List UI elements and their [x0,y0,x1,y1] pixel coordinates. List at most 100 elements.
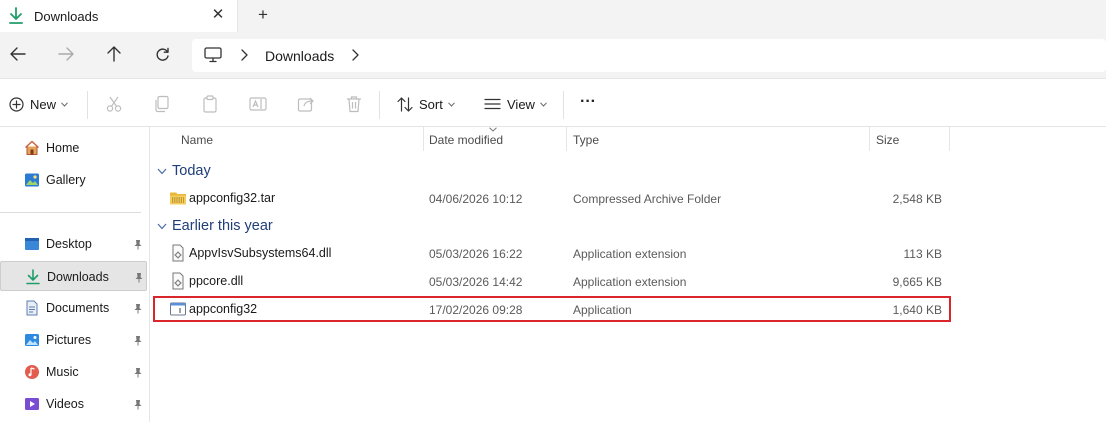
music-icon [25,365,39,379]
chevron-down-icon [61,101,68,107]
file-type: Compressed Archive Folder [573,192,722,206]
column-header-name[interactable]: Name [181,133,213,147]
toolbar-divider [87,91,88,119]
tab-downloads[interactable]: Downloads ✕ [0,0,238,32]
column-divider[interactable] [566,127,567,151]
close-tab-icon[interactable]: ✕ [209,6,227,24]
breadcrumb-downloads[interactable]: Downloads [265,48,334,64]
sidebar-item-label: Gallery [46,173,86,187]
file-row[interactable]: ppcore.dll 05/03/2026 14:42 Application … [153,268,951,294]
sidebar-item-home[interactable]: Home [0,133,147,163]
sidebar-item-desktop[interactable]: Desktop [0,229,147,259]
address-bar[interactable]: Downloads [192,39,1106,72]
group-header-earlier-this-year[interactable]: Earlier this year [157,216,273,236]
sidebar-item-pictures[interactable]: Pictures [0,325,147,355]
file-type: Application extension [573,247,687,261]
pictures-icon [25,334,39,346]
file-row[interactable]: appconfig32.tar 04/06/2026 10:12 Compres… [153,185,951,211]
cut-icon[interactable] [105,95,123,113]
chevron-down-icon [157,223,167,229]
share-icon[interactable] [297,95,315,113]
zip-folder-icon [170,192,186,205]
sort-label: Sort [419,96,443,112]
new-button[interactable]: New [9,92,68,116]
column-divider[interactable] [949,127,950,151]
sidebar-item-label: Videos [46,397,84,411]
tab-strip: Downloads ✕ + [0,0,1106,32]
arrow-left-icon [10,47,26,61]
file-name: AppvIsvSubsystems64.dll [189,246,332,260]
group-label: Earlier this year [172,218,273,234]
download-icon [9,7,23,24]
group-label: Today [172,163,211,179]
arrow-right-icon [58,47,74,61]
sidebar-item-documents[interactable]: Documents [0,293,147,323]
file-name: appconfig32 [189,302,258,316]
file-name: ppcore.dll [189,274,244,288]
sidebar-item-label: Home [46,141,80,155]
up-button[interactable] [104,44,124,64]
pin-icon[interactable] [133,239,143,250]
command-bar: New Sort View ··· [0,78,1106,127]
file-list: Name Date modified Type Size Today appco… [151,127,1106,422]
home-icon [25,140,39,155]
pin-icon[interactable] [133,399,143,410]
forward-button[interactable] [56,44,76,64]
back-button[interactable] [8,44,28,64]
videos-icon [25,398,39,410]
sidebar-item-gallery[interactable]: Gallery [0,165,147,195]
chevron-down-icon [447,101,455,107]
arrow-up-icon [107,46,121,62]
file-size: 113 KB [903,247,942,261]
gallery-icon [25,173,39,187]
file-name: appconfig32.tar [189,191,276,205]
view-label: View [507,96,535,112]
column-divider[interactable] [869,127,870,151]
more-options-button[interactable]: ··· [580,92,596,116]
sidebar-item-music[interactable]: Music [0,357,147,387]
sort-icon [397,96,413,112]
more-icon: ··· [580,93,596,110]
pin-icon[interactable] [133,367,143,378]
column-header-date[interactable]: Date modified [429,133,503,147]
new-label: New [30,96,57,112]
view-list-icon [484,98,501,110]
refresh-button[interactable] [152,44,172,64]
file-type: Application extension [573,275,687,289]
chevron-right-icon[interactable] [350,49,360,61]
file-row[interactable]: AppvIsvSubsystems64.dll 05/03/2026 16:22… [153,240,951,266]
sidebar-item-label: Documents [46,301,110,315]
sidebar-item-label: Pictures [46,333,92,347]
column-header-size[interactable]: Size [876,133,899,147]
sort-button[interactable]: Sort [397,92,455,116]
pin-icon[interactable] [134,272,144,283]
sidebar-item-label: Desktop [46,237,92,251]
rename-icon[interactable] [249,95,267,113]
application-icon [170,302,186,316]
chevron-right-icon[interactable] [239,49,249,61]
paste-icon[interactable] [201,95,219,113]
column-header-type[interactable]: Type [573,133,599,147]
this-pc-icon[interactable] [204,47,222,63]
delete-icon[interactable] [345,95,363,113]
view-button[interactable]: View [484,92,547,116]
file-row-highlighted[interactable]: appconfig32 17/02/2026 09:28 Application… [153,296,951,322]
sidebar-item-label: Music [46,365,79,379]
new-tab-button[interactable]: + [254,5,272,25]
plus-circle-icon [9,96,24,112]
file-size: 2,548 KB [892,192,942,206]
pin-icon[interactable] [133,335,143,346]
copy-icon[interactable] [153,95,171,113]
group-header-today[interactable]: Today [157,161,211,181]
sidebar-item-videos[interactable]: Videos [0,389,147,419]
refresh-icon [156,47,169,61]
column-divider[interactable] [423,127,424,151]
toolbar-divider [379,91,380,119]
file-size: 1,640 KB [892,303,942,317]
pin-icon[interactable] [133,303,143,314]
file-type: Application [573,303,632,317]
toolbar-divider [563,91,564,119]
navigation-pane: Home Gallery Desktop Downloads Documents… [0,127,150,422]
sidebar-item-downloads[interactable]: Downloads [0,261,147,291]
file-date: 05/03/2026 16:22 [429,247,523,261]
